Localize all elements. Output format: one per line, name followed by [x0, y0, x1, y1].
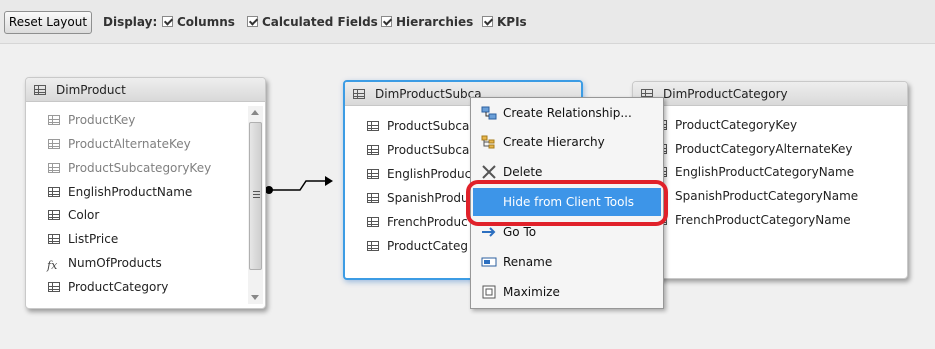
dim-product-title: DimProduct — [56, 83, 126, 97]
column-label: ProductSubca — [387, 119, 470, 133]
column-icon — [367, 193, 379, 203]
column-label: ProductCategoryKey — [675, 118, 798, 132]
column-icon — [48, 234, 60, 244]
dim-product-table[interactable]: DimProduct ProductKey ProductAlternateKe… — [25, 77, 266, 309]
column-label: EnglishProductCategoryName — [675, 165, 855, 179]
column-label: ProductCateg — [387, 239, 468, 253]
menu-item-label: Hide from Client Tools — [503, 195, 635, 209]
scroll-down-arrow-icon[interactable] — [251, 295, 259, 300]
column-icon — [48, 139, 60, 149]
rename-menu-item[interactable]: Rename — [473, 248, 661, 276]
column-icon — [367, 217, 379, 227]
go-to-arrow-icon — [482, 227, 496, 237]
column-label: ProductCategory — [68, 280, 169, 294]
menu-item-label: Create Hierarchy — [503, 135, 605, 149]
column-icon — [367, 121, 379, 131]
column-label: ProductSubca — [387, 143, 470, 157]
create-hierarchy-icon — [481, 135, 495, 149]
column-label: ProductSubcategoryKey — [68, 161, 212, 175]
create-hierarchy-menu-item[interactable]: Create Hierarchy — [473, 128, 661, 156]
context-menu: Create Relationship... Create Hierarchy … — [470, 97, 664, 309]
column-icon — [48, 163, 60, 173]
column-label: ProductAlternateKey — [68, 137, 191, 151]
grip-line — [253, 191, 260, 192]
column-icon — [48, 282, 60, 292]
dim-product-header[interactable]: DimProduct — [26, 78, 265, 102]
table-icon — [34, 85, 46, 95]
column-label: SpanishProductCategoryName — [675, 189, 859, 203]
column-icon — [48, 210, 60, 220]
rename-icon — [481, 257, 497, 267]
column-label: Color — [68, 208, 100, 222]
column-label: ProductCategoryAlternateKey — [675, 142, 853, 156]
hide-from-client-tools-menu-item[interactable]: Hide from Client Tools — [473, 188, 661, 216]
maximize-icon — [482, 285, 496, 299]
scroll-thumb[interactable] — [249, 122, 262, 270]
menu-item-label: Delete — [503, 165, 543, 179]
maximize-menu-item[interactable]: Maximize — [473, 278, 661, 306]
create-relationship-menu-item[interactable]: Create Relationship... — [473, 99, 661, 127]
scroll-up-arrow-icon[interactable] — [251, 110, 259, 115]
column-icon — [48, 115, 60, 125]
dim-product-category-title: DimProductCategory — [663, 87, 788, 101]
go-to-menu-item[interactable]: Go To — [473, 218, 661, 246]
create-relationship-icon — [481, 106, 497, 120]
column-label: ListPrice — [68, 232, 119, 246]
menu-item-label: Rename — [503, 255, 553, 269]
column-label: FrenchProduc — [387, 215, 468, 229]
column-label: NumOfProducts — [68, 256, 162, 270]
menu-item-label: Maximize — [503, 285, 560, 299]
column-icon — [367, 241, 379, 251]
delete-icon — [482, 165, 496, 179]
dim-product-subcategory-title: DimProductSubca — [375, 87, 482, 101]
calculated-field-icon: fx — [47, 259, 58, 272]
column-label: EnglishProductName — [68, 185, 193, 199]
menu-item-label: Create Relationship... — [503, 106, 632, 120]
column-icon — [48, 187, 60, 197]
column-label: EnglishProduc — [387, 167, 472, 181]
delete-menu-item[interactable]: Delete — [473, 158, 661, 186]
grip-line — [253, 197, 260, 198]
menu-item-label: Go To — [503, 225, 537, 239]
dim-product-category-header[interactable]: DimProductCategory — [633, 82, 907, 106]
dim-product-category-table[interactable]: DimProductCategory ProductCategoryKey Pr… — [632, 81, 908, 279]
column-icon — [367, 145, 379, 155]
column-label: FrenchProductCategoryName — [675, 213, 851, 227]
grip-line — [253, 194, 260, 195]
column-label: SpanishProduc — [387, 191, 476, 205]
column-label: ProductKey — [68, 113, 136, 127]
vertical-scrollbar[interactable] — [248, 106, 263, 304]
column-icon — [367, 169, 379, 179]
table-icon — [353, 89, 365, 99]
